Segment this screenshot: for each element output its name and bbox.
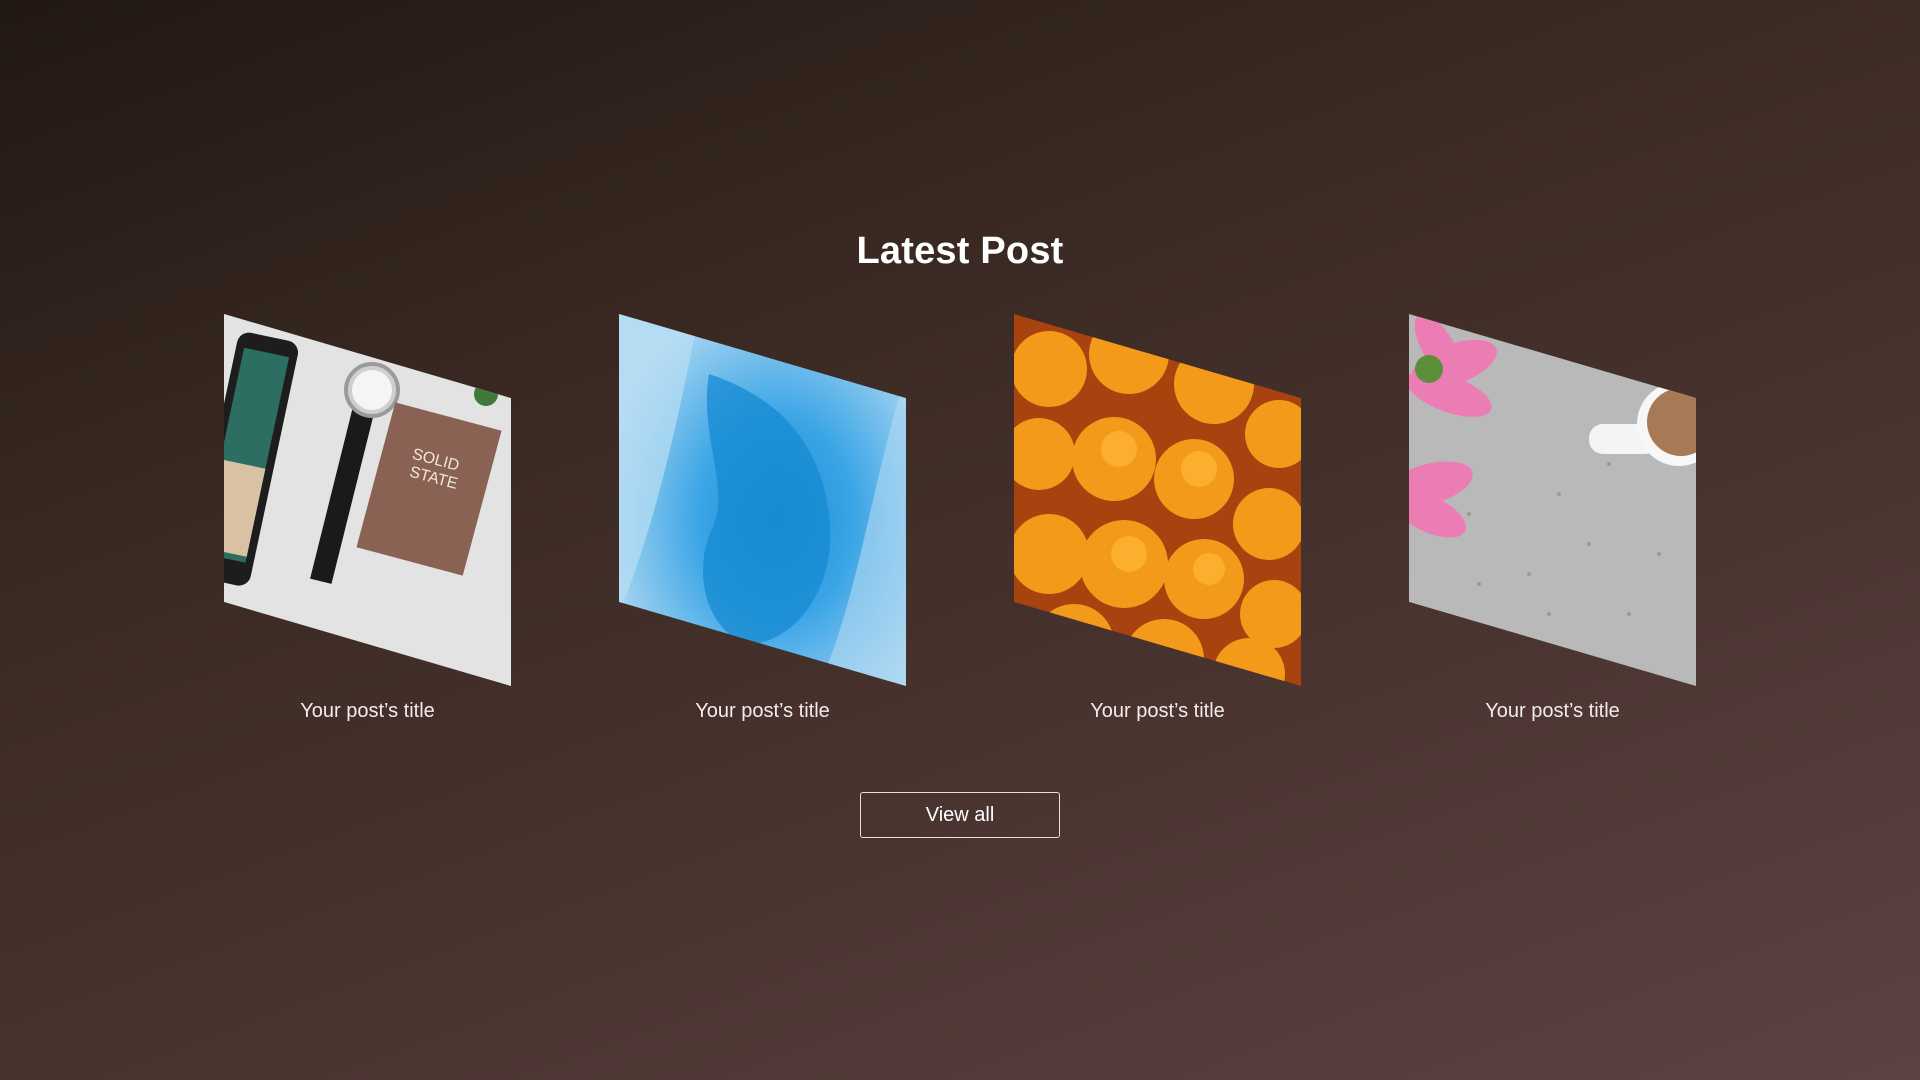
post-thumbnail[interactable] xyxy=(619,314,906,686)
post-card: Your post’s title xyxy=(1014,314,1301,723)
post-title[interactable]: Your post’s title xyxy=(1409,700,1696,723)
post-thumbnail[interactable]: SOLID STATE xyxy=(224,314,511,686)
post-card-link[interactable]: Your post’s title xyxy=(1409,314,1696,723)
post-card-link[interactable]: Your post’s title xyxy=(619,314,906,723)
post-card: Your post’s title xyxy=(1409,314,1696,723)
post-card-link[interactable]: Your post’s title xyxy=(1014,314,1301,723)
post-title[interactable]: Your post’s title xyxy=(619,700,906,723)
post-thumbnail[interactable] xyxy=(1014,314,1301,686)
post-card: SOLID STATE Your post’s title xyxy=(224,314,511,723)
post-card-link[interactable]: SOLID STATE Your post’s title xyxy=(224,314,511,723)
section-heading: Latest Post xyxy=(856,230,1064,272)
post-title[interactable]: Your post’s title xyxy=(224,700,511,723)
view-all-button[interactable]: View all xyxy=(860,792,1060,838)
blue-ice-image xyxy=(619,314,906,686)
desk-flatlay-image: SOLID STATE xyxy=(224,314,511,686)
post-thumbnail[interactable] xyxy=(1409,314,1696,686)
post-title[interactable]: Your post’s title xyxy=(1014,700,1301,723)
flowers-coffee-image xyxy=(1409,314,1696,686)
latest-post-section: Latest Post SOLID STATE Your post’s titl… xyxy=(0,0,1920,1080)
oranges-image xyxy=(1014,314,1301,686)
post-card: Your post’s title xyxy=(619,314,906,723)
